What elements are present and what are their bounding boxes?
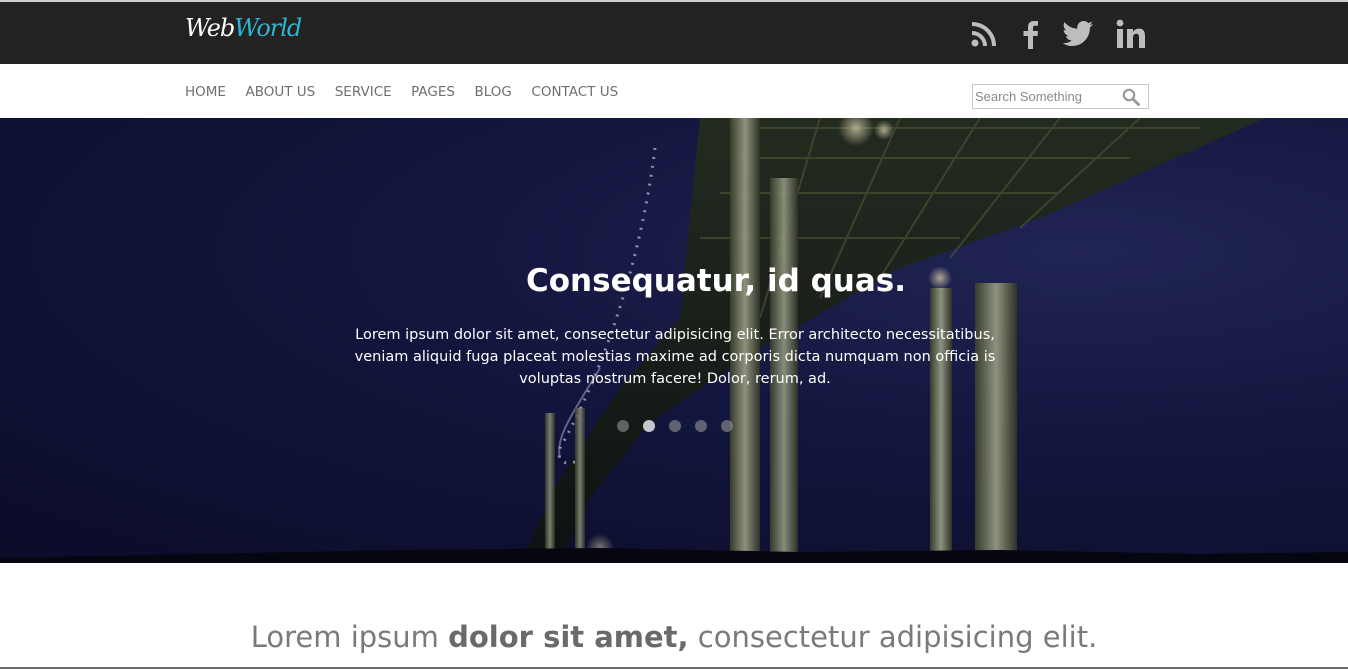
site-logo[interactable]: WebWorld [185,14,302,42]
rss-icon[interactable] [970,16,998,52]
nav-item-service[interactable]: SERVICE [335,84,392,100]
linkedin-icon[interactable] [1116,16,1146,52]
hero-description: Lorem ipsum dolor sit amet, consectetur … [354,327,996,387]
search-box [972,84,1149,109]
tagline-part-3: consectetur adipisicing elit. [688,620,1098,654]
slider-dot-3[interactable] [669,420,681,432]
tagline-emphasis: dolor sit amet, [448,620,689,654]
logo-part-web: Web [185,14,235,42]
logo-part-world: World [234,14,302,42]
facebook-icon[interactable] [1020,16,1040,52]
nav-menu: HOME ABOUT US SERVICE PAGES BLOG CONTACT… [185,84,638,100]
nav-item-blog[interactable]: BLOG [475,84,512,100]
top-bar: WebWorld [0,0,1348,64]
nav-item-about-us[interactable]: ABOUT US [245,84,315,100]
search-input[interactable] [973,85,1123,108]
hero-slider: Consequatur, id quas. Lorem ipsum dolor … [0,118,1348,563]
slider-pagination [617,420,747,432]
slider-dot-5[interactable] [721,420,733,432]
nav-item-pages[interactable]: PAGES [411,84,455,100]
twitter-icon[interactable] [1062,16,1094,52]
nav-item-contact-us[interactable]: CONTACT US [531,84,618,100]
hero-title: Consequatur, id quas. [526,263,906,299]
slider-dot-2[interactable] [643,420,655,432]
nav-item-home[interactable]: HOME [185,84,226,100]
slider-dot-4[interactable] [695,420,707,432]
section-tagline: Lorem ipsum dolor sit amet, consectetur … [0,620,1348,654]
tagline-part-1: Lorem ipsum [250,620,449,654]
slider-dot-1[interactable] [617,420,629,432]
search-icon[interactable] [1122,88,1140,110]
